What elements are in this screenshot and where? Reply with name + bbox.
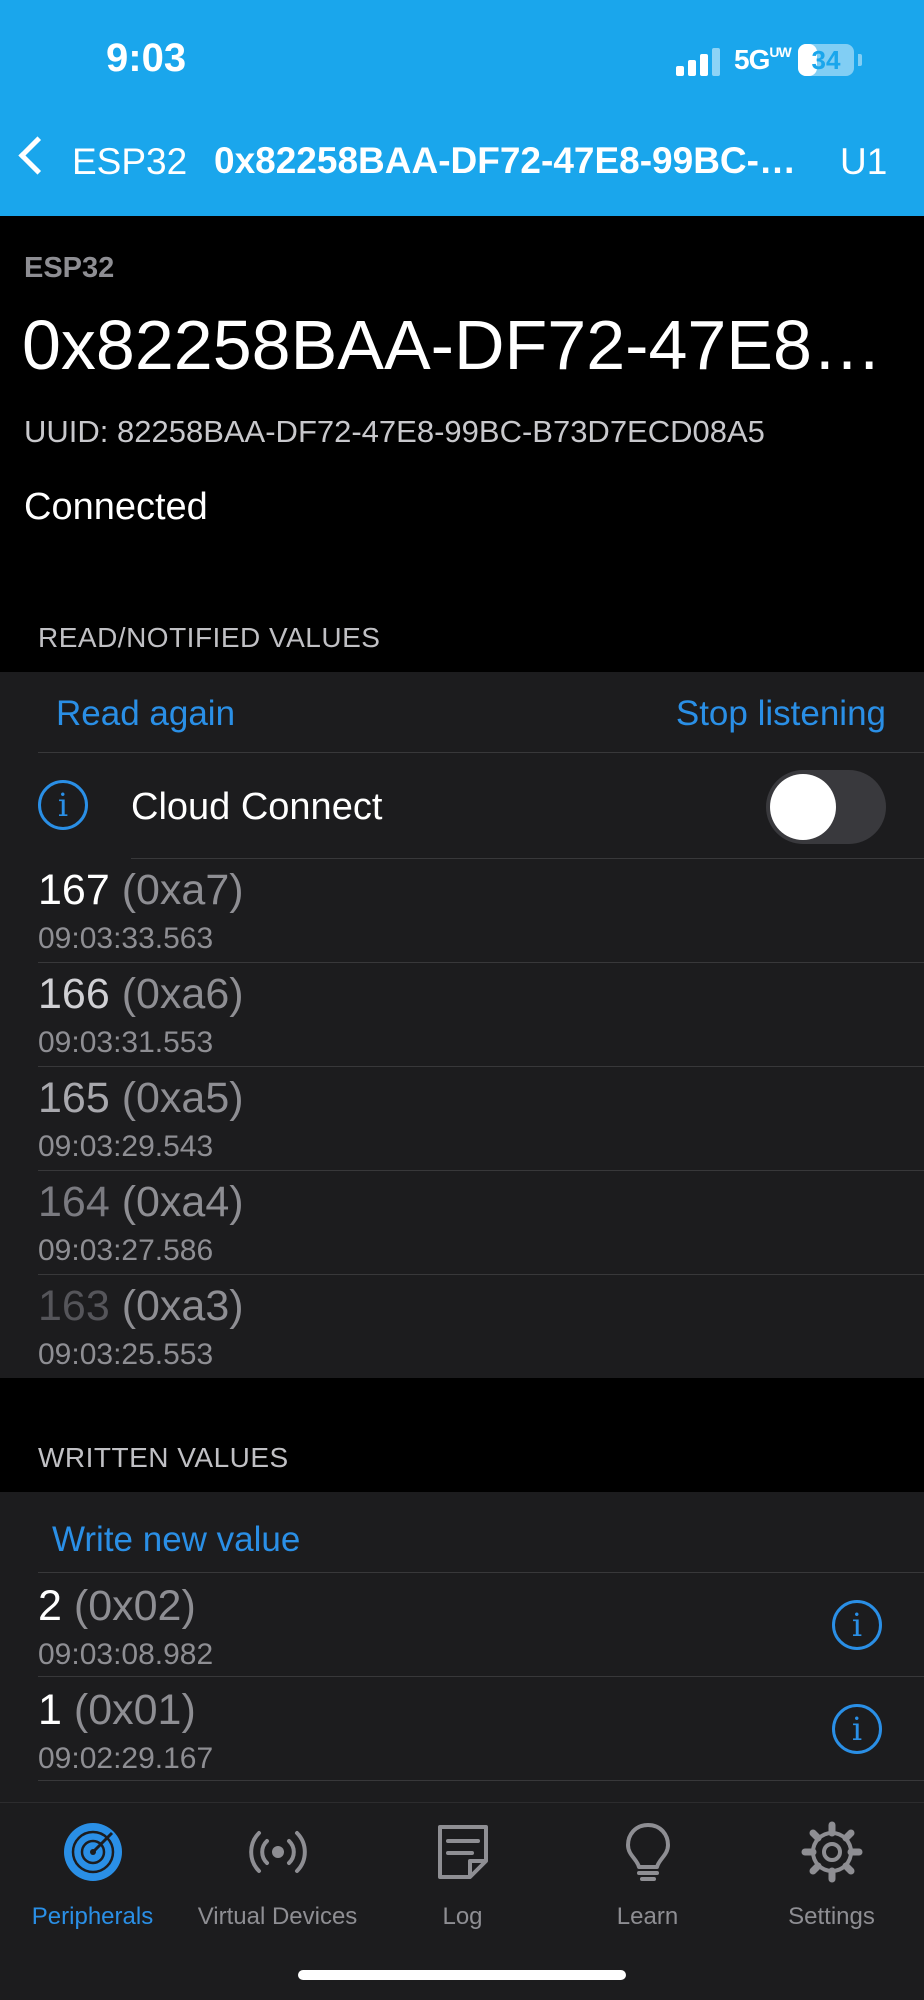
gear-icon xyxy=(801,1821,863,1883)
divider xyxy=(38,1572,924,1573)
read-again-button[interactable]: Read again xyxy=(56,694,235,734)
read-section-header: READ/NOTIFIED VALUES xyxy=(38,622,381,653)
value-timestamp: 09:03:29.543 xyxy=(38,1130,214,1163)
divider xyxy=(38,1780,924,1781)
tab-label: Peripherals xyxy=(31,1903,154,1930)
written-values-card: Write new value 2 (0x02) 09:03:08.982 i … xyxy=(0,1492,924,1802)
device-name: ESP32 xyxy=(24,252,115,284)
divider xyxy=(131,858,924,859)
characteristic-title: 0x82258BAA-DF72-47E8-99BC-B73D7ECD08A5 xyxy=(22,306,902,384)
cloud-connect-label: Cloud Connect xyxy=(131,786,383,828)
lightbulb-icon xyxy=(626,1823,670,1881)
value-timestamp: 09:03:25.553 xyxy=(38,1338,214,1371)
tab-learn[interactable]: Learn xyxy=(555,1821,740,1931)
battery-percent: 34 xyxy=(811,45,841,75)
divider xyxy=(38,962,924,963)
divider xyxy=(38,1676,924,1677)
value-timestamp: 09:03:33.563 xyxy=(38,922,214,955)
nav-title: 0x82258BAA-DF72-47E8-99BC-B73D7ECD08A5 xyxy=(214,140,814,181)
tab-log[interactable]: Log xyxy=(370,1821,555,1931)
info-icon[interactable]: i xyxy=(832,1704,882,1754)
uuid-label: UUID: 82258BAA-DF72-47E8-99BC-B73D7ECD08… xyxy=(24,414,765,449)
value-timestamp: 09:03:08.982 xyxy=(38,1638,214,1671)
read-values-card: Read again Stop listening i Cloud Connec… xyxy=(0,672,924,1378)
broadcast-icon xyxy=(249,1831,307,1873)
stop-listening-button[interactable]: Stop listening xyxy=(676,694,886,734)
battery-tip xyxy=(858,54,862,66)
tab-label: Learn xyxy=(616,1903,679,1930)
value-text: 164 (0xa4) xyxy=(38,1178,244,1226)
connection-status: Connected xyxy=(24,486,208,528)
value-timestamp: 09:03:31.553 xyxy=(38,1026,214,1059)
cloud-connect-toggle[interactable] xyxy=(766,770,886,844)
info-icon[interactable]: i xyxy=(832,1600,882,1650)
write-new-value-button[interactable]: Write new value xyxy=(52,1520,300,1560)
divider xyxy=(38,1066,924,1067)
cellular-signal-icon xyxy=(676,48,724,76)
radar-icon xyxy=(64,1823,122,1881)
value-text: 1 (0x01) xyxy=(38,1686,196,1734)
battery-icon: 34 xyxy=(798,44,854,76)
tab-settings[interactable]: Settings xyxy=(739,1821,924,1931)
written-section-header: WRITTEN VALUES xyxy=(38,1442,289,1473)
chevron-left-icon xyxy=(18,136,57,175)
tab-peripherals[interactable]: Peripherals xyxy=(0,1821,185,1931)
tab-label: Log xyxy=(442,1903,483,1930)
info-icon[interactable]: i xyxy=(38,780,88,830)
tab-virtual-devices[interactable]: Virtual Devices xyxy=(185,1821,370,1931)
tab-label: Virtual Devices xyxy=(197,1903,358,1930)
divider xyxy=(38,752,924,753)
value-timestamp: 09:02:29.167 xyxy=(38,1742,214,1775)
value-timestamp: 09:03:27.586 xyxy=(38,1234,214,1267)
back-label: ESP32 xyxy=(72,141,188,182)
value-text: 165 (0xa5) xyxy=(38,1074,244,1122)
nav-right-button[interactable]: U1 xyxy=(840,141,887,183)
status-time: 9:03 xyxy=(106,36,187,80)
tab-label: Settings xyxy=(788,1903,875,1930)
log-icon xyxy=(438,1825,488,1879)
network-type: 5GUW xyxy=(734,44,792,75)
toggle-knob xyxy=(770,774,836,840)
navigation-bar: 9:03 5GUW 34 ESP32 0x82258BAA-DF72-47E8-… xyxy=(0,0,924,216)
value-text: 167 (0xa7) xyxy=(38,866,244,914)
value-text: 166 (0xa6) xyxy=(38,970,244,1018)
value-text: 2 (0x02) xyxy=(38,1582,196,1630)
divider xyxy=(38,1274,924,1275)
home-indicator[interactable] xyxy=(298,1970,626,1980)
divider xyxy=(38,1170,924,1171)
value-text: 163 (0xa3) xyxy=(38,1282,244,1330)
